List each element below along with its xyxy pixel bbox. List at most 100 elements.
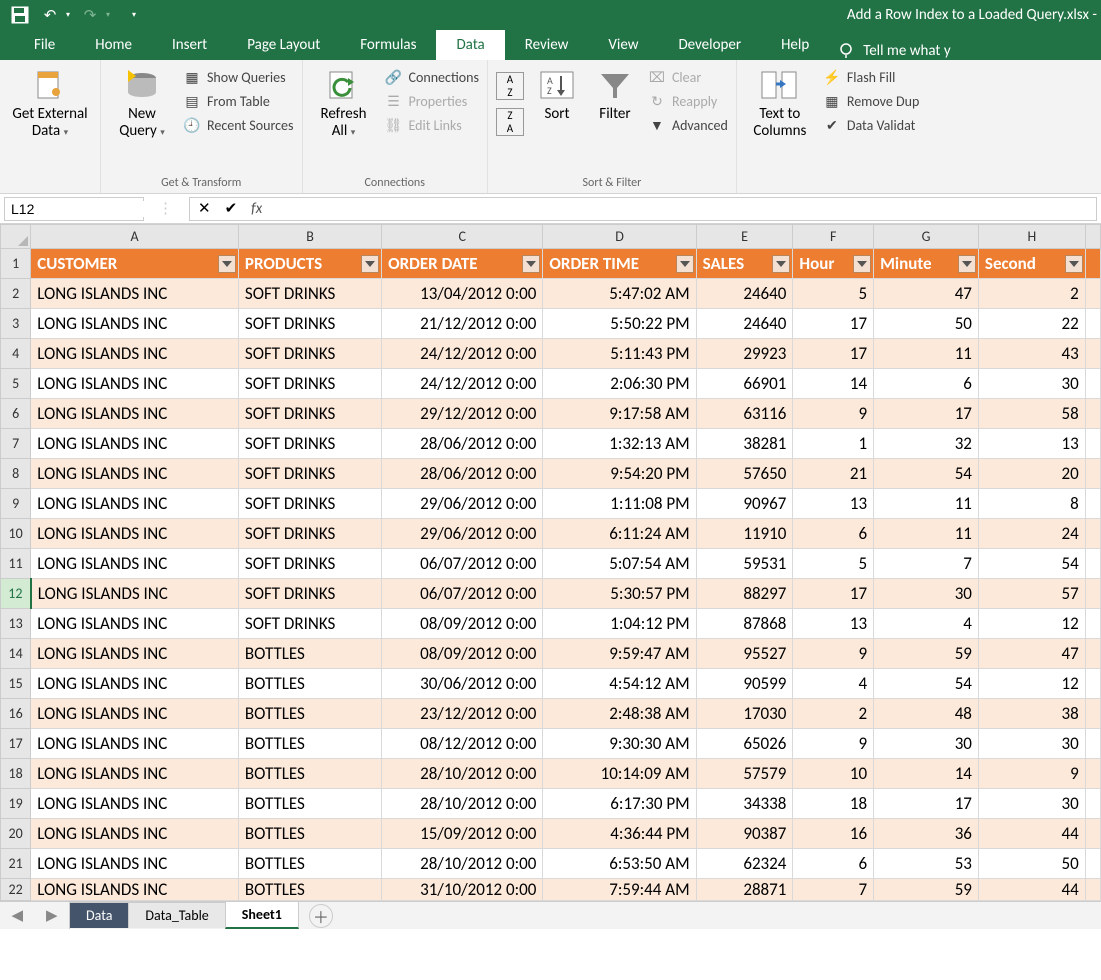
- cell[interactable]: 12: [978, 669, 1085, 699]
- cell[interactable]: 23/12/2012 0:00: [382, 699, 543, 729]
- cell[interactable]: 24/12/2012 0:00: [382, 339, 543, 369]
- sort-button[interactable]: AZ Sort: [532, 64, 582, 123]
- filter-dropdown-icon[interactable]: [958, 255, 976, 273]
- col-header-E[interactable]: E: [696, 225, 793, 249]
- table-header-cell[interactable]: SALES: [696, 249, 793, 279]
- cell[interactable]: 28871: [696, 879, 793, 901]
- cell[interactable]: LONG ISLANDS INC: [31, 639, 239, 669]
- table-header-cell[interactable]: Hour: [793, 249, 874, 279]
- sort-asc-icon[interactable]: AZ: [496, 72, 524, 100]
- cell[interactable]: 30: [978, 789, 1085, 819]
- cell[interactable]: LONG ISLANDS INC: [31, 759, 239, 789]
- cell[interactable]: BOTTLES: [238, 789, 381, 819]
- cell[interactable]: LONG ISLANDS INC: [31, 519, 239, 549]
- cell[interactable]: 5: [793, 549, 874, 579]
- cell[interactable]: 1:32:13 AM: [543, 429, 696, 459]
- cell[interactable]: 32: [874, 429, 979, 459]
- cell[interactable]: 30: [874, 729, 979, 759]
- cell[interactable]: 10:14:09 AM: [543, 759, 696, 789]
- column-headers[interactable]: A B C D E F G H: [1, 225, 1101, 249]
- cell[interactable]: 47: [874, 279, 979, 309]
- cell[interactable]: 7:59:44 AM: [543, 879, 696, 901]
- cell[interactable]: 57: [978, 579, 1085, 609]
- cell[interactable]: 57579: [696, 759, 793, 789]
- qat-customize-icon[interactable]: ▾: [132, 10, 136, 20]
- cell[interactable]: SOFT DRINKS: [238, 339, 381, 369]
- cell[interactable]: 5: [793, 279, 874, 309]
- cell[interactable]: 30/06/2012 0:00: [382, 669, 543, 699]
- row-header[interactable]: 19: [1, 789, 31, 819]
- cell[interactable]: 13: [793, 609, 874, 639]
- cell[interactable]: 87868: [696, 609, 793, 639]
- recent-sources-button[interactable]: 🕘Recent Sources: [183, 116, 294, 134]
- cell[interactable]: 9: [978, 759, 1085, 789]
- select-all-corner[interactable]: [1, 225, 31, 249]
- cell[interactable]: 17030: [696, 699, 793, 729]
- cell[interactable]: 6:53:50 AM: [543, 849, 696, 879]
- cell[interactable]: 10: [793, 759, 874, 789]
- cell[interactable]: LONG ISLANDS INC: [31, 339, 239, 369]
- cell[interactable]: SOFT DRINKS: [238, 459, 381, 489]
- cell[interactable]: 90387: [696, 819, 793, 849]
- cell[interactable]: 12: [978, 609, 1085, 639]
- tab-data[interactable]: Data: [436, 30, 504, 60]
- tab-developer[interactable]: Developer: [658, 30, 761, 60]
- cell[interactable]: 24640: [696, 279, 793, 309]
- cell[interactable]: 54: [978, 549, 1085, 579]
- cell[interactable]: 90599: [696, 669, 793, 699]
- cell[interactable]: BOTTLES: [238, 759, 381, 789]
- sheet-tab-data[interactable]: Data: [69, 902, 129, 928]
- col-header-G[interactable]: G: [874, 225, 979, 249]
- cell[interactable]: LONG ISLANDS INC: [31, 399, 239, 429]
- cell[interactable]: BOTTLES: [238, 639, 381, 669]
- tab-review[interactable]: Review: [505, 30, 589, 60]
- cell[interactable]: 6: [874, 369, 979, 399]
- cell[interactable]: SOFT DRINKS: [238, 429, 381, 459]
- cell[interactable]: 9: [793, 399, 874, 429]
- cell[interactable]: LONG ISLANDS INC: [31, 489, 239, 519]
- cell[interactable]: 9:59:47 AM: [543, 639, 696, 669]
- flash-fill-button[interactable]: ⚡Flash Fill: [823, 68, 919, 86]
- cell[interactable]: 08/12/2012 0:00: [382, 729, 543, 759]
- cell[interactable]: 54: [874, 669, 979, 699]
- row-header[interactable]: 6: [1, 399, 31, 429]
- cell[interactable]: SOFT DRINKS: [238, 279, 381, 309]
- text-to-columns-button[interactable]: Text toColumns: [745, 64, 815, 141]
- cell[interactable]: 2:06:30 PM: [543, 369, 696, 399]
- tab-insert[interactable]: Insert: [152, 30, 227, 60]
- cell[interactable]: LONG ISLANDS INC: [31, 459, 239, 489]
- cell[interactable]: LONG ISLANDS INC: [31, 879, 239, 901]
- cell[interactable]: 6:11:24 AM: [543, 519, 696, 549]
- cell[interactable]: 15/09/2012 0:00: [382, 819, 543, 849]
- formula-box[interactable]: ✕ ✔ fx: [189, 197, 1097, 221]
- cell[interactable]: 31/10/2012 0:00: [382, 879, 543, 901]
- row-header[interactable]: 9: [1, 489, 31, 519]
- cell[interactable]: 14: [793, 369, 874, 399]
- filter-dropdown-icon[interactable]: [218, 255, 236, 273]
- cell[interactable]: 28/06/2012 0:00: [382, 459, 543, 489]
- col-header-C[interactable]: C: [382, 225, 543, 249]
- remove-duplicates-button[interactable]: ▦Remove Dup: [823, 92, 919, 110]
- filter-dropdown-icon[interactable]: [853, 255, 871, 273]
- table-header-cell[interactable]: Second: [978, 249, 1085, 279]
- cell[interactable]: 16: [793, 819, 874, 849]
- cell[interactable]: 28/06/2012 0:00: [382, 429, 543, 459]
- cell[interactable]: 59: [874, 639, 979, 669]
- table-header-cell[interactable]: PRODUCTS: [238, 249, 381, 279]
- tab-file[interactable]: File: [14, 30, 75, 60]
- cell[interactable]: 9:30:30 AM: [543, 729, 696, 759]
- row-header[interactable]: 22: [1, 879, 31, 901]
- table-header-cell[interactable]: ORDER TIME: [543, 249, 696, 279]
- sheet-tab-sheet1[interactable]: Sheet1: [225, 901, 299, 929]
- cell[interactable]: 13: [978, 429, 1085, 459]
- cell[interactable]: BOTTLES: [238, 879, 381, 901]
- cell[interactable]: LONG ISLANDS INC: [31, 609, 239, 639]
- cell[interactable]: 5:11:43 PM: [543, 339, 696, 369]
- cell[interactable]: 9: [793, 639, 874, 669]
- filter-dropdown-icon[interactable]: [676, 255, 694, 273]
- row-header[interactable]: 5: [1, 369, 31, 399]
- cell[interactable]: LONG ISLANDS INC: [31, 729, 239, 759]
- row-header[interactable]: 2: [1, 279, 31, 309]
- cell[interactable]: LONG ISLANDS INC: [31, 819, 239, 849]
- cell[interactable]: SOFT DRINKS: [238, 369, 381, 399]
